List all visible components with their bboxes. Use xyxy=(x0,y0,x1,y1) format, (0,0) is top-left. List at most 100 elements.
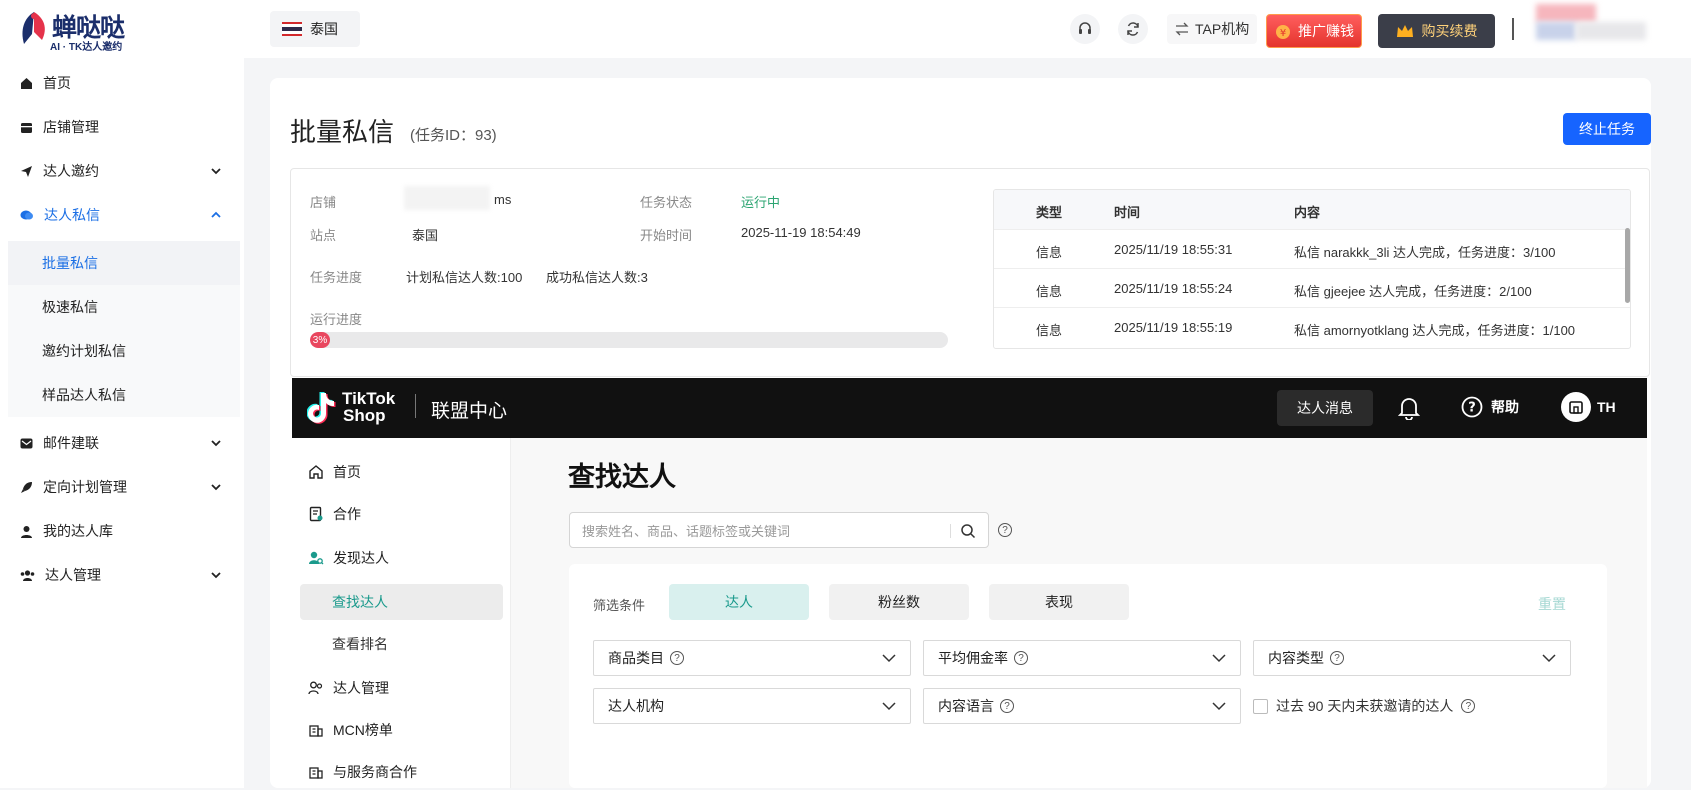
tap-agency-label: TAP机构 xyxy=(1195,21,1250,37)
log-header-time: 时间 xyxy=(1114,205,1141,220)
content-language-dropdown[interactable]: 内容语言 ? xyxy=(923,688,1241,724)
site-value: 泰国 xyxy=(412,228,439,243)
log-cell-content: 私信 gjeejee 达人完成，任务进度：2/100 xyxy=(1294,284,1532,299)
table-row: 信息 2025/11/19 18:55:24 私信 gjeejee 达人完成，任… xyxy=(994,268,1630,307)
tt-nav-home[interactable]: 首页 xyxy=(300,454,510,490)
tiktok-logo-icon[interactable] xyxy=(307,391,337,425)
tt-nav-creator-management[interactable]: 达人管理 xyxy=(300,670,510,706)
log-table-header: 类型 时间 内容 xyxy=(994,190,1630,229)
tiktok-logo-line2: Shop xyxy=(343,406,386,425)
sidebar-item-creator-management[interactable]: 达人管理 xyxy=(0,553,244,597)
country-selector[interactable]: 泰国 xyxy=(270,11,360,47)
users-icon xyxy=(20,569,35,581)
sidebar-item-creator-library[interactable]: 我的达人库 xyxy=(0,509,244,553)
sidebar-subitem-batch-message[interactable]: 批量私信 xyxy=(8,241,240,285)
tt-nav-discover[interactable]: 发现达人 xyxy=(300,540,510,576)
help-icon: ? xyxy=(1014,651,1028,665)
app-logo[interactable]: 蝉哒哒 AI · TK达人邀约 xyxy=(18,8,128,53)
chevron-down-icon xyxy=(211,440,221,447)
filter-chip-performance[interactable]: 表现 xyxy=(989,584,1129,620)
dropdown-label: 商品类目 xyxy=(608,650,664,666)
sidebar-subitem-fast-message[interactable]: 极速私信 xyxy=(8,285,240,329)
task-id: (任务ID：93) xyxy=(410,127,497,144)
log-header-type: 类型 xyxy=(1036,205,1063,220)
search-icon[interactable] xyxy=(960,523,976,539)
task-progress-label: 任务进度 xyxy=(310,270,363,285)
sidebar-subitem-sample-message[interactable]: 样品达人私信 xyxy=(8,373,240,417)
log-table[interactable]: 类型 时间 内容 信息 2025/11/19 18:55:31 私信 narak… xyxy=(993,189,1631,349)
sidebar-subitem-label: 样品达人私信 xyxy=(42,387,126,403)
tiktok-shop-logo-text: TikTok Shop xyxy=(342,390,395,424)
sidebar-item-invite[interactable]: 达人邀约 xyxy=(0,149,244,193)
shop-icon xyxy=(1561,392,1591,422)
not-invited-checkbox-row[interactable]: 过去 90 天内未获邀请的达人 ? xyxy=(1253,696,1476,716)
sidebar-item-targeted-plan[interactable]: 定向计划管理 xyxy=(0,465,244,509)
store-icon xyxy=(21,122,32,133)
chat-icon xyxy=(20,210,33,219)
checkbox-label: 过去 90 天内未获邀请的达人 xyxy=(1276,698,1454,714)
chevron-down-icon xyxy=(211,168,221,175)
start-time-value: 2025-11-19 18:54:49 xyxy=(741,225,861,240)
shop-region-button[interactable]: TH xyxy=(1561,392,1616,422)
tt-nav-label: 与服务商合作 xyxy=(333,764,417,780)
status-label: 任务状态 xyxy=(640,195,693,210)
run-progress-label: 运行进度 xyxy=(310,312,363,327)
sidebar-item-label: 我的达人库 xyxy=(43,523,113,539)
topbar-divider xyxy=(1512,18,1514,40)
help-button[interactable]: ? 帮助 xyxy=(1461,396,1519,418)
tt-nav-mcn[interactable]: MCN榜单 xyxy=(300,712,510,748)
search-help-icon[interactable]: ? xyxy=(998,523,1012,537)
sidebar-item-messages[interactable]: 达人私信 xyxy=(0,193,244,237)
thailand-flag-icon xyxy=(282,22,302,36)
refresh-button[interactable] xyxy=(1118,14,1148,44)
content-type-dropdown[interactable]: 内容类型 ? xyxy=(1253,640,1571,676)
sidebar-item-home[interactable]: 首页 xyxy=(0,61,244,105)
tap-agency-button[interactable]: TAP机构 xyxy=(1167,14,1258,44)
user-avatar-blurred[interactable] xyxy=(1520,2,1650,56)
promote-earn-button[interactable]: ¥ 推广赚钱 xyxy=(1266,14,1362,48)
sidebar-gutter xyxy=(244,58,250,788)
reset-button[interactable]: 重置 xyxy=(1538,594,1566,614)
chevron-down-icon xyxy=(1542,654,1556,663)
help-icon: ? xyxy=(1330,651,1344,665)
find-creators-title: 查找达人 xyxy=(568,462,676,493)
stop-task-button[interactable]: 终止任务 xyxy=(1563,113,1651,145)
log-header-content: 内容 xyxy=(1294,205,1321,220)
bell-icon[interactable] xyxy=(1398,396,1420,420)
avg-commission-dropdown[interactable]: 平均佣金率 ? xyxy=(923,640,1241,676)
chevron-up-icon xyxy=(211,211,221,218)
log-scrollbar[interactable] xyxy=(1625,228,1630,303)
chevron-down-icon xyxy=(211,484,221,491)
filter-chip-followers[interactable]: 粉丝数 xyxy=(829,584,969,620)
creator-agency-dropdown[interactable]: 达人机构 xyxy=(593,688,911,724)
sidebar-subitem-plan-message[interactable]: 邀约计划私信 xyxy=(8,329,240,373)
tt-nav-service-provider[interactable]: 与服务商合作 xyxy=(300,754,510,790)
search-placeholder: 搜索姓名、商品、话题标签或关键词 xyxy=(582,523,791,539)
purchase-renew-button[interactable]: 购买续费 xyxy=(1378,14,1495,48)
chevron-down-icon xyxy=(882,702,896,711)
tt-nav-label: 合作 xyxy=(333,506,361,522)
shop-region-label: TH xyxy=(1597,399,1616,415)
dropdown-label: 内容类型 xyxy=(1268,650,1324,666)
log-cell-type: 信息 xyxy=(1036,245,1063,260)
rocket-icon xyxy=(21,481,32,493)
crown-icon xyxy=(1396,25,1413,37)
product-category-dropdown[interactable]: 商品类目 ? xyxy=(593,640,911,676)
send-icon xyxy=(21,165,32,177)
store-value: ms xyxy=(494,192,512,207)
table-row: 信息 2025/11/19 18:55:31 私信 narakkk_3li 达人… xyxy=(994,229,1630,268)
filter-chip-creator[interactable]: 达人 xyxy=(669,584,809,620)
not-invited-checkbox[interactable] xyxy=(1253,698,1268,714)
planned-count: 计划私信达人数:100 xyxy=(406,270,523,285)
tt-nav-cooperation[interactable]: 合作 xyxy=(300,496,510,532)
success-count: 成功私信达人数:3 xyxy=(546,270,648,285)
home-icon xyxy=(21,77,32,89)
creator-search-input[interactable]: 搜索姓名、商品、话题标签或关键词 xyxy=(569,512,989,548)
creator-messages-button[interactable]: 达人消息 xyxy=(1277,390,1373,426)
tt-subnav-find-creators[interactable]: 查找达人 xyxy=(300,584,503,620)
headset-button[interactable] xyxy=(1070,14,1100,44)
sidebar-subitem-label: 批量私信 xyxy=(42,255,98,271)
tt-subnav-rankings[interactable]: 查看排名 xyxy=(300,626,503,662)
sidebar-item-store[interactable]: 店铺管理 xyxy=(0,105,244,149)
sidebar-item-email[interactable]: 邮件建联 xyxy=(0,421,244,465)
